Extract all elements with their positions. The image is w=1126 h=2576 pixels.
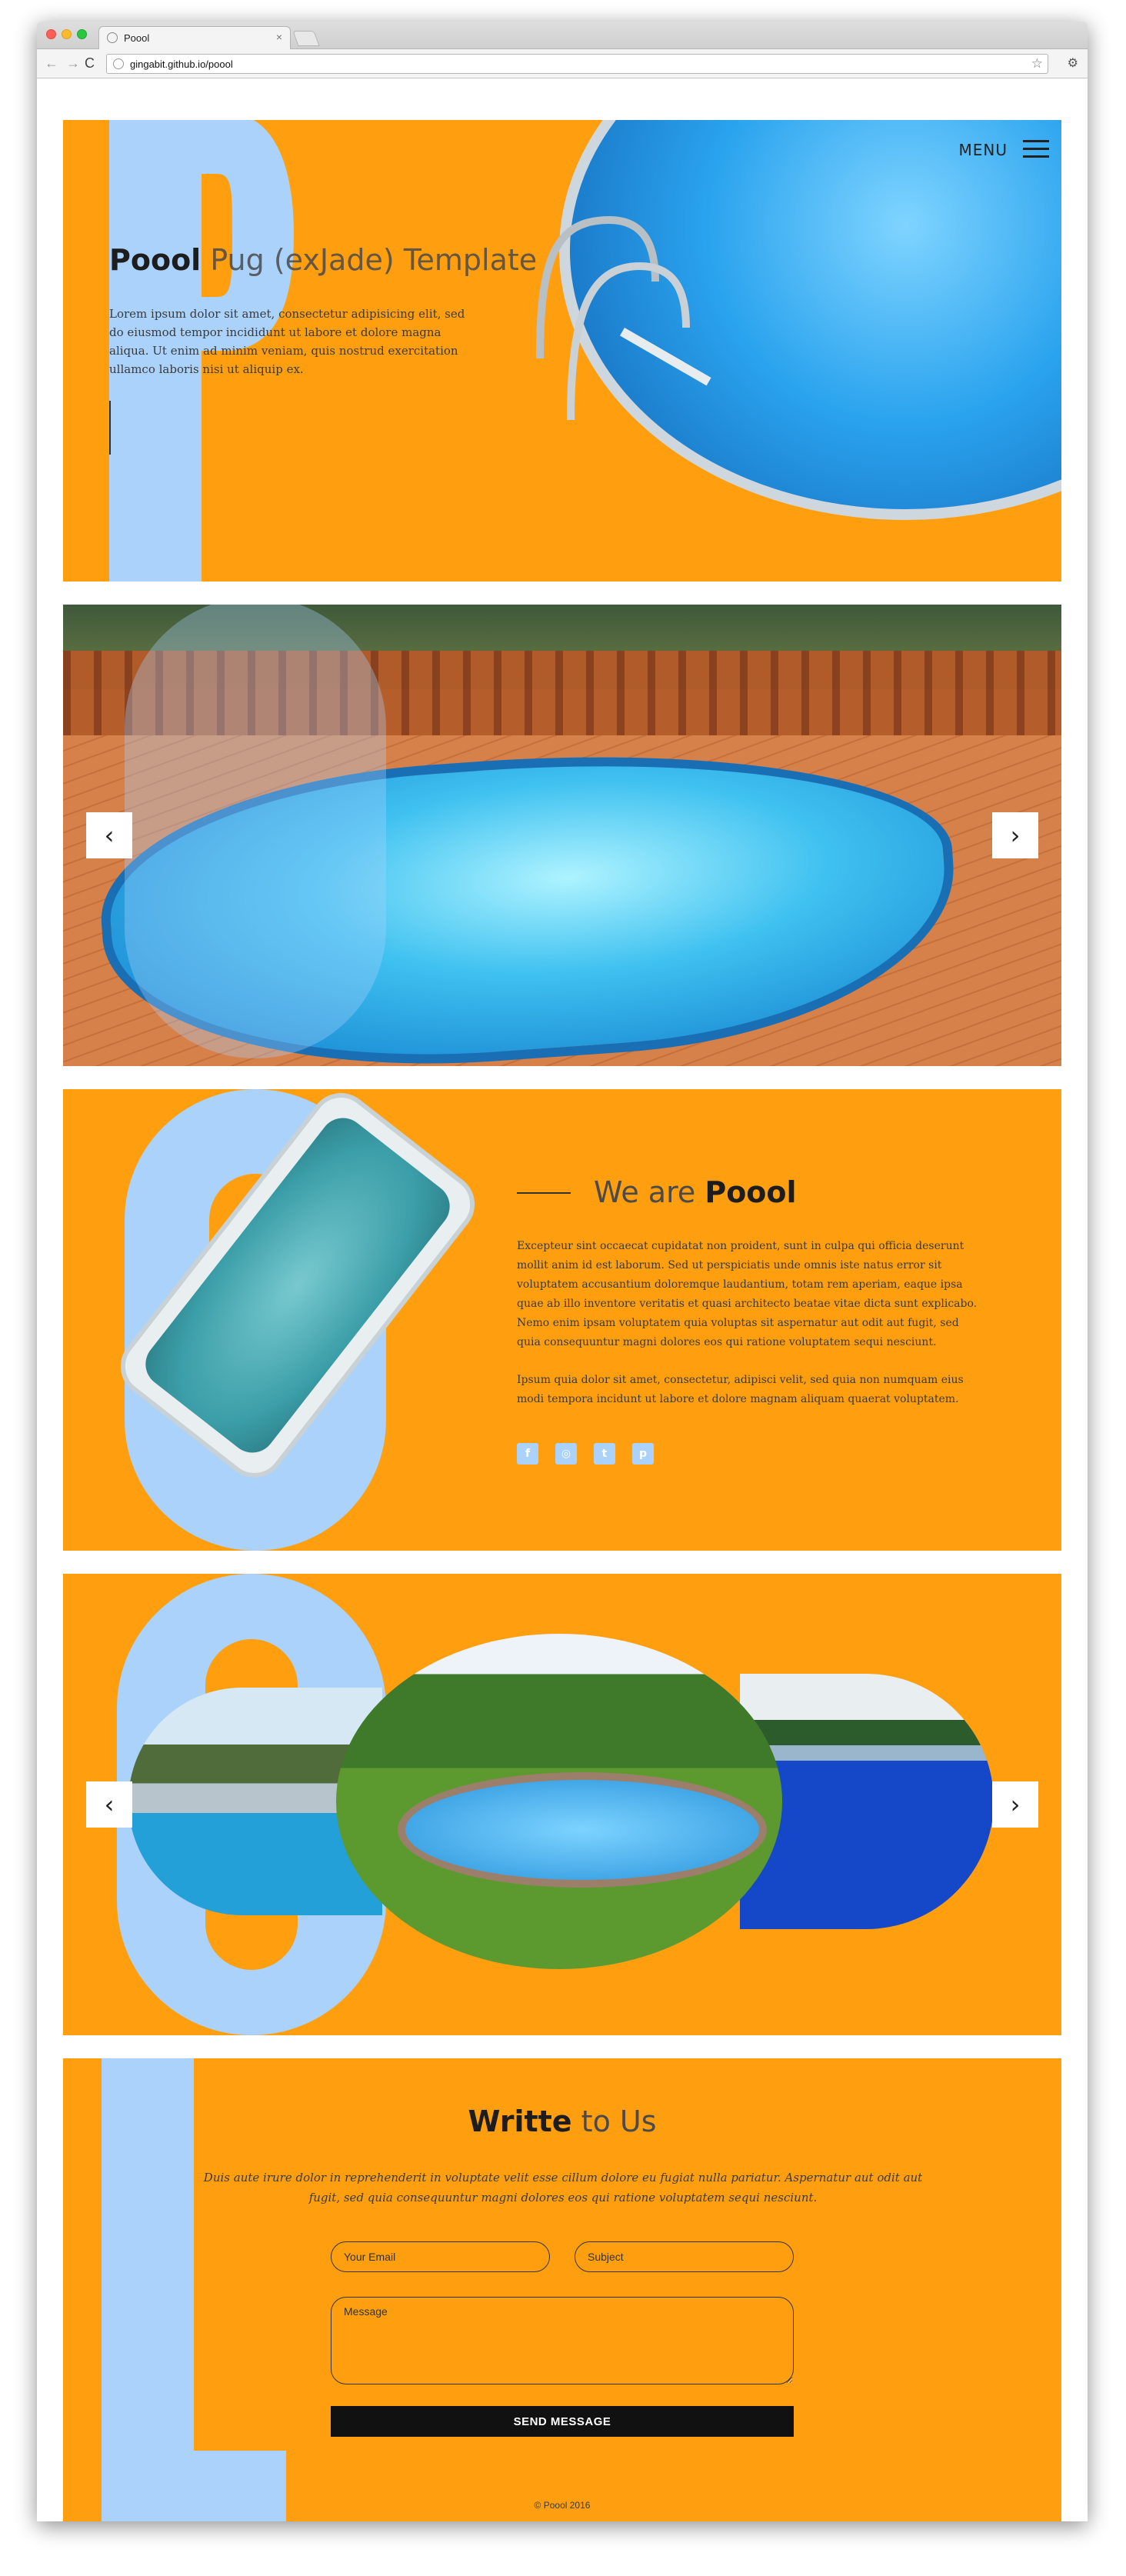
hero-title-light: Pug (exJade) Template: [201, 243, 538, 277]
about-title-bold: Poool: [705, 1175, 797, 1209]
maximize-window-button[interactable]: [77, 29, 87, 39]
instagram-icon[interactable]: ◎: [555, 1443, 577, 1465]
hamburger-menu-icon[interactable]: [1023, 140, 1049, 158]
big-letter-o-transparent: [125, 605, 386, 1058]
gallery-prev-button[interactable]: ‹: [86, 1781, 132, 1828]
hero-divider: [109, 401, 111, 455]
about-title-light: We are: [594, 1175, 705, 1209]
gallery-section: ‹ ›: [63, 1574, 1061, 2035]
footer-copyright: © Poool 2016: [534, 2500, 591, 2511]
contact-title-light: to Us: [571, 2104, 657, 2138]
tab-title: Poool: [124, 32, 150, 44]
forward-arrow-icon[interactable]: →: [66, 55, 80, 72]
about-paragraph-1: Excepteur sint occaecat cupidatat non pr…: [517, 1240, 978, 1348]
slider-section: ‹ ›: [63, 605, 1061, 1066]
about-paragraph-2: Ipsum quia dolor sit amet, consectetur, …: [517, 1374, 964, 1405]
tab-bar: Poool ×: [37, 22, 1088, 49]
contact-title: Writte to Us: [63, 2104, 1061, 2138]
close-window-button[interactable]: [46, 29, 56, 39]
about-divider: [517, 1192, 571, 1194]
contact-text: Duis aute irure dolor in reprehenderit i…: [203, 2171, 923, 2204]
minimize-window-button[interactable]: [62, 29, 72, 39]
menu-label[interactable]: MENU: [959, 141, 1008, 159]
hero-section: MENU Poool Pug (exJade) Template Lorem i…: [63, 120, 1061, 582]
twitter-icon[interactable]: t: [594, 1443, 615, 1465]
social-links: f ◎ t p: [517, 1443, 654, 1465]
wrench-menu-icon[interactable]: ⚙: [1068, 55, 1078, 71]
slider-prev-button[interactable]: ‹: [86, 812, 132, 858]
browser-toolbar: ← → C gingabit.github.io/poool ☆ ⚙: [37, 49, 1088, 78]
subject-field[interactable]: [575, 2241, 794, 2272]
facebook-icon[interactable]: f: [517, 1443, 538, 1465]
url-text[interactable]: gingabit.github.io/poool: [130, 58, 233, 70]
slider-next-button[interactable]: ›: [992, 812, 1038, 858]
back-arrow-icon[interactable]: ←: [45, 55, 58, 72]
pool-ladder-image: [536, 215, 711, 421]
contact-section: Writte to Us Duis aute irure dolor in re…: [63, 2058, 1061, 2521]
about-section: We are Poool Excepteur sint occaecat cup…: [63, 1089, 1061, 1551]
hero-title-bold: Poool: [109, 243, 202, 277]
contact-title-bold: Writte: [468, 2104, 572, 2138]
about-title: We are Poool: [594, 1175, 797, 1209]
tab-close-icon[interactable]: ×: [276, 31, 282, 43]
send-message-button[interactable]: SEND MESSAGE: [331, 2406, 794, 2437]
hero-title: Poool Pug (exJade) Template: [109, 243, 537, 277]
favicon-icon: [107, 32, 118, 43]
browser-tab[interactable]: Poool ×: [98, 26, 291, 49]
bookmark-star-icon[interactable]: ☆: [1031, 56, 1043, 72]
pinterest-icon[interactable]: p: [632, 1443, 654, 1465]
page-info-icon: [113, 58, 124, 69]
hero-text: Lorem ipsum dolor sit amet, consectetur …: [109, 307, 465, 376]
message-field[interactable]: [331, 2297, 794, 2384]
gallery-image-center[interactable]: [336, 1634, 782, 1969]
email-field[interactable]: [331, 2241, 550, 2272]
gallery-next-button[interactable]: ›: [992, 1781, 1038, 1828]
reload-icon[interactable]: C: [85, 55, 95, 72]
new-tab-button[interactable]: [292, 31, 320, 46]
page-content: MENU Poool Pug (exJade) Template Lorem i…: [37, 78, 1088, 2521]
browser-window: Poool × ← → C gingabit.github.io/poool ☆…: [37, 22, 1088, 2521]
address-bar[interactable]: gingabit.github.io/poool ☆: [106, 54, 1048, 74]
